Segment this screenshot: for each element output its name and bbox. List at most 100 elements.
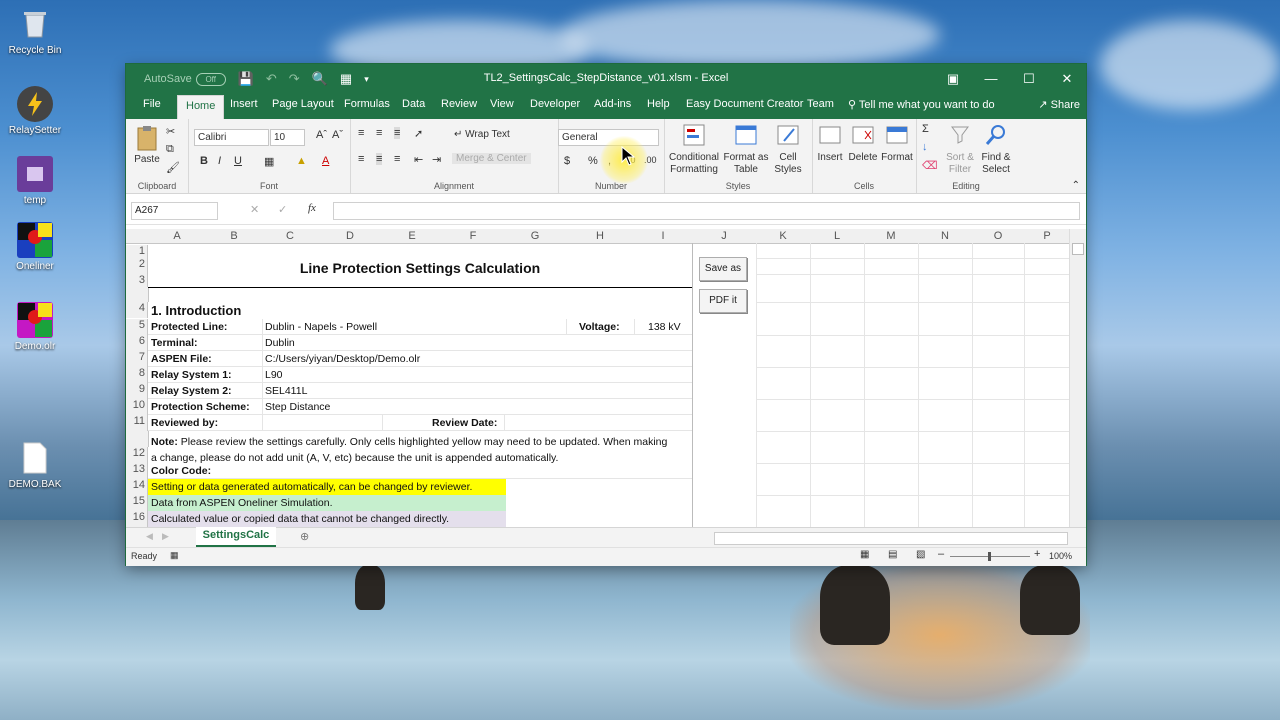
row-header[interactable]: 8 xyxy=(126,367,148,383)
cut-icon[interactable]: ✂ xyxy=(166,125,175,138)
relay-system-2-value[interactable]: SEL411L xyxy=(265,385,307,397)
legend-purple[interactable]: Calculated value or copied data that can… xyxy=(148,511,506,527)
row-header[interactable]: 5 xyxy=(126,319,148,335)
autosum-icon[interactable]: Σ xyxy=(922,123,929,135)
align-right-icon[interactable]: ≡ xyxy=(394,153,400,165)
terminal-value[interactable]: Dublin xyxy=(265,337,295,349)
currency-icon[interactable]: $ xyxy=(564,155,570,167)
copy-icon[interactable]: ⧉ xyxy=(166,143,174,156)
name-box[interactable]: A267 xyxy=(131,202,218,220)
align-bottom-icon[interactable]: ≡ xyxy=(394,127,401,139)
collapse-ribbon-icon[interactable]: ⌃ xyxy=(1072,180,1080,191)
tab-file[interactable]: File xyxy=(143,98,161,110)
tab-review[interactable]: Review xyxy=(441,98,477,110)
tab-page-layout[interactable]: Page Layout xyxy=(272,98,334,110)
row-header[interactable]: 7 xyxy=(126,351,148,367)
scroll-tabs-right-icon[interactable]: ▶ xyxy=(162,531,169,542)
tab-developer[interactable]: Developer xyxy=(530,98,580,110)
desktop-icon-relaysetter[interactable]: RelaySetter xyxy=(0,86,70,136)
column-header[interactable]: F xyxy=(442,229,505,244)
pdf-it-button[interactable]: PDF it xyxy=(699,289,747,313)
tab-team[interactable]: Team xyxy=(807,98,834,110)
scroll-tabs-left-icon[interactable]: ◀ xyxy=(146,531,153,542)
zoom-in-icon[interactable]: + xyxy=(1034,548,1040,560)
underline-icon[interactable]: U xyxy=(234,155,242,167)
desktop-icon-temp[interactable]: temp xyxy=(0,156,70,206)
macro-record-icon[interactable]: ▦ xyxy=(170,550,179,561)
desktop-icon-oneliner[interactable]: Oneliner xyxy=(0,222,70,272)
increase-font-icon[interactable]: Aˆ xyxy=(316,129,327,141)
delete-cells-button[interactable]: Delete xyxy=(846,123,880,164)
row-header[interactable]: 11 xyxy=(126,415,148,431)
format-as-table-button[interactable]: Format as Table xyxy=(722,123,770,176)
percent-icon[interactable]: % xyxy=(588,155,598,167)
maximize-icon[interactable]: ☐ xyxy=(1010,64,1048,93)
column-header[interactable]: A xyxy=(148,229,207,244)
align-center-icon[interactable]: ≡ xyxy=(376,153,383,165)
share-button[interactable]: ↗ Share xyxy=(1038,98,1080,111)
minimize-icon[interactable]: — xyxy=(972,64,1010,93)
tab-help[interactable]: Help xyxy=(647,98,670,110)
wrap-text-button[interactable]: ↵ Wrap Text xyxy=(454,129,510,140)
confirm-entry-icon[interactable]: ✓ xyxy=(278,203,287,216)
relay-system-1-value[interactable]: L90 xyxy=(265,369,283,381)
row-header[interactable]: 13 xyxy=(126,463,148,479)
fill-icon[interactable]: ↓ xyxy=(922,141,928,153)
sheet-title[interactable]: Line Protection Settings Calculation xyxy=(148,260,692,276)
select-all-corner[interactable] xyxy=(126,229,149,244)
tell-me-search[interactable]: ⚲ Tell me what you want to do xyxy=(848,98,995,111)
clear-icon[interactable]: ⌫ xyxy=(922,159,938,172)
close-icon[interactable]: ✕ xyxy=(1048,64,1086,93)
cell-styles-button[interactable]: Cell Styles xyxy=(770,123,806,176)
scroll-thumb[interactable] xyxy=(1072,243,1084,255)
row-header[interactable]: 15 xyxy=(126,495,148,511)
row-header[interactable]: 1 xyxy=(126,245,148,258)
find-select-button[interactable]: Find & Select xyxy=(978,123,1014,176)
protection-scheme-value[interactable]: Step Distance xyxy=(265,401,330,413)
column-header[interactable]: B xyxy=(206,229,263,244)
tab-view[interactable]: View xyxy=(490,98,514,110)
note-line-1[interactable]: Note: Please review the settings careful… xyxy=(151,436,667,448)
aspen-file-value[interactable]: C:/Users/yiyan/Desktop/Demo.olr xyxy=(265,353,420,365)
row-header[interactable]: 12 xyxy=(126,447,148,463)
align-left-icon[interactable]: ≡ xyxy=(358,153,364,165)
font-size-select[interactable]: 10 xyxy=(270,129,305,146)
align-middle-icon[interactable]: ≡ xyxy=(376,127,382,139)
row-header[interactable]: 2 xyxy=(126,258,148,274)
format-painter-icon[interactable]: 🖌 xyxy=(166,161,180,174)
page-layout-view-icon[interactable]: ▤ xyxy=(888,549,897,560)
column-header[interactable]: O xyxy=(972,229,1025,244)
column-header[interactable]: J xyxy=(692,229,757,244)
italic-icon[interactable]: I xyxy=(218,155,221,167)
row-header[interactable]: 4 xyxy=(126,302,148,318)
sheet-tab-settingscalc[interactable]: SettingsCalc xyxy=(196,527,276,547)
increase-indent-icon[interactable]: ⇥ xyxy=(432,153,441,166)
column-header[interactable]: C xyxy=(262,229,319,244)
ribbon-display-icon[interactable]: ▣ xyxy=(934,64,972,93)
fill-color-icon[interactable]: ▲ xyxy=(296,155,307,167)
format-cells-button[interactable]: Format xyxy=(880,123,914,164)
zoom-slider-thumb[interactable] xyxy=(988,552,991,561)
legend-yellow[interactable]: Setting or data generated automatically,… xyxy=(148,479,506,495)
font-color-icon[interactable]: A xyxy=(322,155,329,167)
borders-icon[interactable]: ▦ xyxy=(264,155,274,168)
section-heading[interactable]: 1. Introduction xyxy=(151,303,241,318)
font-family-select[interactable]: Calibri xyxy=(194,129,269,146)
tab-home[interactable]: Home xyxy=(177,95,225,120)
merge-center-button[interactable]: Merge & Center xyxy=(452,153,531,164)
row-header[interactable]: 14 xyxy=(126,479,148,495)
column-header[interactable]: I xyxy=(634,229,693,244)
column-header[interactable]: H xyxy=(566,229,635,244)
desktop-icon-recycle-bin[interactable]: Recycle Bin xyxy=(0,6,70,56)
column-header[interactable]: L xyxy=(810,229,865,244)
row-header[interactable]: 16 xyxy=(126,511,148,527)
tab-formulas[interactable]: Formulas xyxy=(344,98,390,110)
orientation-icon[interactable]: ➚ xyxy=(414,127,423,140)
insert-function-icon[interactable]: fx xyxy=(308,202,316,214)
row-header[interactable]: 10 xyxy=(126,399,148,415)
decrease-indent-icon[interactable]: ⇤ xyxy=(414,153,423,166)
column-header[interactable]: N xyxy=(918,229,973,244)
tab-add-ins[interactable]: Add-ins xyxy=(594,98,631,110)
tab-data[interactable]: Data xyxy=(402,98,425,110)
note-line-2[interactable]: a change, please do not add unit (A, V, … xyxy=(151,452,558,464)
